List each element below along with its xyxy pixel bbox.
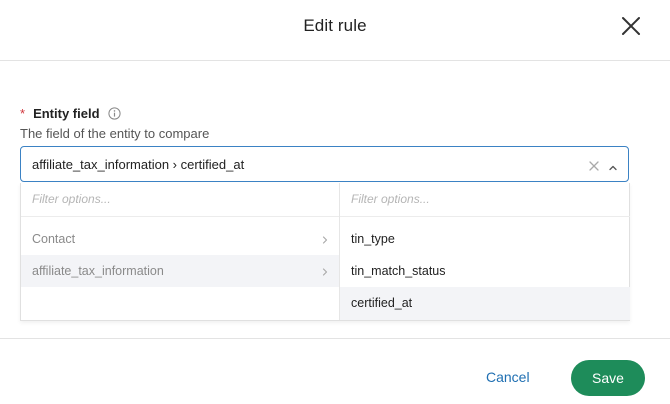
chevron-right-icon bbox=[321, 266, 329, 276]
left-filter-input[interactable] bbox=[32, 192, 319, 206]
cancel-button[interactable]: Cancel bbox=[486, 369, 530, 385]
field-label-row: * Entity field bbox=[20, 105, 121, 121]
option-label: Contact bbox=[32, 232, 76, 246]
option-affiliate-tax-information[interactable]: affiliate_tax_information bbox=[21, 255, 339, 287]
dropdown-menu: Contact affiliate_tax_information tin_ty… bbox=[20, 183, 630, 321]
option-tin-match-status[interactable]: tin_match_status bbox=[340, 255, 630, 287]
option-label: affiliate_tax_information bbox=[32, 264, 164, 278]
option-contact[interactable]: Contact bbox=[21, 223, 339, 255]
save-button[interactable]: Save bbox=[571, 360, 645, 396]
info-icon[interactable] bbox=[107, 106, 121, 120]
required-mark: * bbox=[20, 105, 26, 121]
field-label: Entity field bbox=[33, 105, 100, 121]
dropdown-left-column: Contact affiliate_tax_information bbox=[21, 183, 340, 320]
dialog-footer: Cancel Save bbox=[0, 338, 670, 404]
right-filter bbox=[340, 183, 630, 217]
dialog-title: Edit rule bbox=[303, 16, 367, 35]
dropdown-right-column: tin_type tin_match_status certified_at bbox=[340, 183, 630, 320]
option-label: certified_at bbox=[351, 296, 413, 310]
right-filter-input[interactable] bbox=[351, 192, 612, 206]
option-label: tin_type bbox=[351, 232, 395, 246]
clear-icon[interactable] bbox=[588, 159, 600, 171]
close-button[interactable] bbox=[617, 12, 645, 40]
selected-value: affiliate_tax_information › certified_at bbox=[32, 157, 245, 172]
option-tin-type[interactable]: tin_type bbox=[340, 223, 630, 255]
option-certified-at[interactable]: certified_at bbox=[340, 287, 630, 320]
left-filter bbox=[21, 183, 339, 217]
dialog-header: Edit rule bbox=[0, 0, 670, 61]
option-label: tin_match_status bbox=[351, 264, 446, 278]
entity-field-select[interactable]: affiliate_tax_information › certified_at bbox=[20, 146, 629, 182]
field-description: The field of the entity to compare bbox=[20, 126, 210, 141]
close-icon bbox=[622, 17, 640, 35]
chevron-up-icon[interactable] bbox=[608, 160, 618, 171]
chevron-right-icon bbox=[321, 234, 329, 244]
